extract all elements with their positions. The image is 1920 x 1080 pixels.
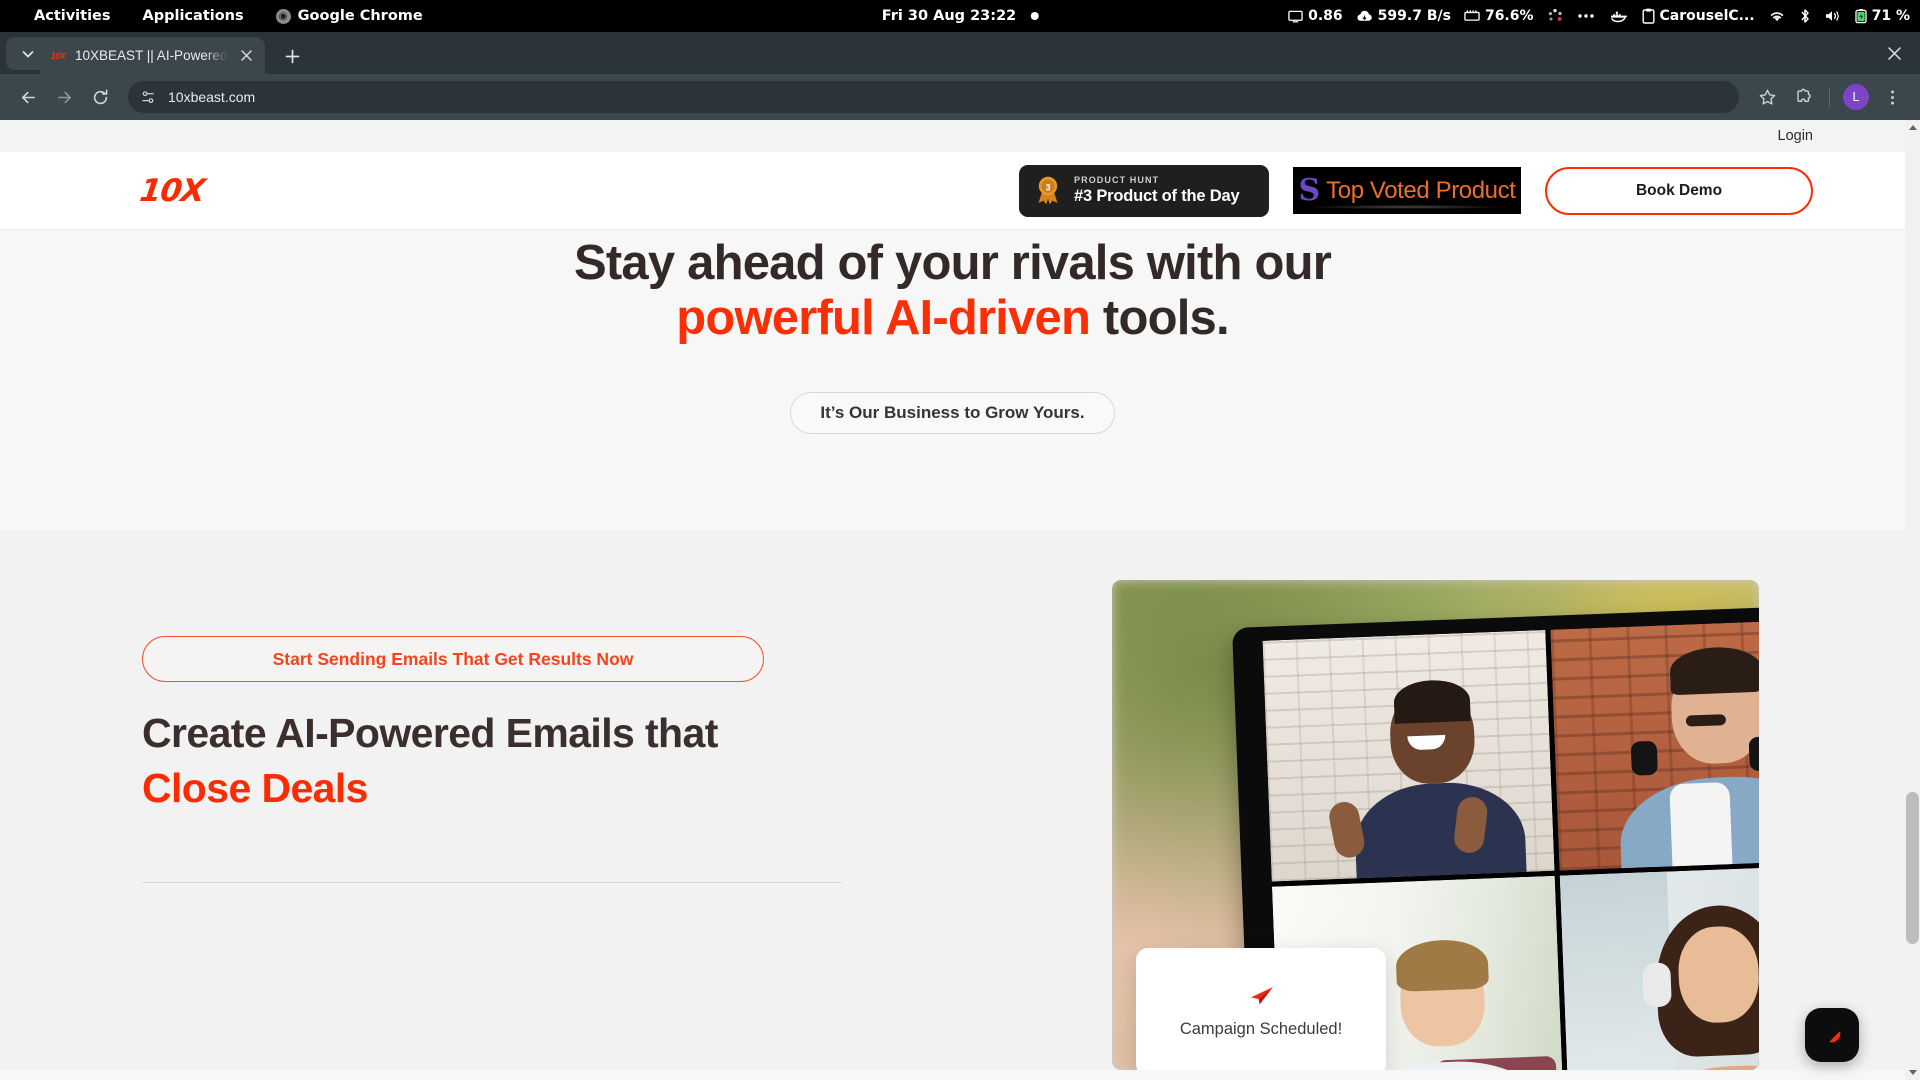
battery-value: 71 % (1871, 8, 1910, 24)
toolbar-divider (1829, 87, 1830, 107)
volume-icon[interactable] (1824, 9, 1842, 23)
site-settings-icon[interactable] (140, 89, 157, 106)
bluetooth-icon[interactable] (1799, 8, 1811, 24)
participant-tile (1262, 629, 1555, 882)
top-voted-label: Top Voted Product (1326, 176, 1516, 204)
display-icon (1288, 9, 1303, 24)
reload-button[interactable] (84, 81, 116, 113)
email-section-text-column: Start Sending Emails That Get Results No… (142, 636, 842, 813)
memory-icon (1464, 9, 1480, 23)
book-demo-button[interactable]: Book Demo (1545, 166, 1813, 215)
campaign-scheduled-text: Campaign Scheduled! (1179, 1020, 1343, 1038)
chat-widget-button[interactable] (1805, 1008, 1859, 1062)
network-speed-indicator[interactable]: 599.7 B/s (1356, 8, 1451, 24)
window-close-button[interactable] (1878, 39, 1910, 67)
battery-indicator[interactable]: 71 % (1854, 8, 1910, 24)
browser-tab-strip: 10X 10XBEAST || AI-Powered (0, 32, 1920, 74)
scroll-up-button[interactable] (1905, 120, 1920, 135)
os-clock[interactable]: Fri 30 Aug 23:22 (882, 8, 1039, 24)
email-section: Start Sending Emails That Get Results No… (0, 530, 1905, 1070)
wifi-icon[interactable] (1768, 9, 1786, 23)
hero-heading-tail: tools. (1090, 290, 1230, 345)
hero-heading: Stay ahead of your rivals with our power… (574, 236, 1332, 346)
applications-button[interactable]: Applications (127, 8, 260, 24)
chrome-menu-button[interactable] (1876, 81, 1908, 113)
top-voted-product-badge[interactable]: S Top Voted Product (1293, 167, 1521, 214)
email-section-heading: Create AI-Powered Emails that Close Deal… (142, 709, 842, 813)
cpu-load-value: 0.86 (1308, 8, 1343, 24)
chat-bubble-icon (1829, 1031, 1841, 1043)
window-title-indicator[interactable]: CarouselC... (1642, 8, 1755, 24)
page-viewport: Login 10X 3 PRODUCT HUNT #3 Product of t… (0, 120, 1920, 1080)
product-hunt-title: #3 Product of the Day (1074, 187, 1240, 205)
memory-indicator[interactable]: 76.6% (1464, 8, 1534, 24)
badge-shadow (1311, 205, 1503, 209)
hero-heading-accent: powerful AI-driven (676, 290, 1091, 345)
start-sending-badge[interactable]: Start Sending Emails That Get Results No… (142, 636, 764, 682)
tab-title: 10XBEAST || AI-Powered (75, 48, 228, 63)
window-title-label: CarouselC... (1659, 8, 1755, 24)
scroll-down-button[interactable] (1905, 1065, 1920, 1080)
page-scrollbar[interactable] (1905, 120, 1920, 1080)
recording-indicator-icon (1030, 12, 1039, 20)
browser-toolbar: 10xbeast.com L (0, 74, 1920, 120)
favicon-10x-icon: 10X (50, 50, 66, 61)
memory-value: 76.6% (1484, 8, 1534, 24)
video-call-illustration: Campaign Scheduled! (1112, 580, 1759, 1070)
hero-section: Stay ahead of your rivals with our power… (0, 230, 1905, 530)
current-app-indicator[interactable]: ◉ Google Chrome (260, 8, 439, 24)
network-speed-value: 599.7 B/s (1377, 8, 1451, 24)
activities-button[interactable]: Activities (18, 8, 127, 24)
hero-tagline-pill[interactable]: It’s Our Business to Grow Yours. (790, 391, 1115, 434)
participant-tile (1549, 618, 1759, 871)
saas-mark-icon: S (1298, 172, 1321, 208)
docker-whale-icon[interactable] (1609, 9, 1629, 23)
header-right-group: 3 PRODUCT HUNT #3 Product of the Day S T… (1019, 164, 1859, 217)
os-top-bar: Activities Applications ◉ Google Chrome … (0, 0, 1920, 32)
browser-tab[interactable]: 10X 10XBEAST || AI-Powered (40, 37, 265, 74)
campaign-scheduled-card: Campaign Scheduled! (1136, 948, 1386, 1070)
participant-tile (1559, 864, 1759, 1070)
os-status-indicators: 0.86 599.7 B/s 76.6% CarouselC... 71 % (1288, 0, 1910, 32)
cloud-download-icon (1356, 9, 1373, 24)
utility-bar: Login (0, 120, 1905, 152)
site-header: 10X 3 PRODUCT HUNT #3 Product of the Day… (0, 152, 1905, 230)
hero-heading-line1: Stay ahead of your rivals with our (574, 236, 1332, 290)
svg-text:3: 3 (1045, 182, 1050, 192)
address-bar[interactable]: 10xbeast.com (128, 81, 1739, 113)
web-page: Login 10X 3 PRODUCT HUNT #3 Product of t… (0, 120, 1905, 1080)
clipboard-icon (1642, 8, 1655, 24)
clock-label: Fri 30 Aug 23:22 (881, 8, 1017, 24)
close-tab-icon[interactable] (237, 47, 255, 65)
scrollbar-thumb[interactable] (1906, 792, 1919, 944)
cpu-load-indicator[interactable]: 0.86 (1288, 8, 1343, 24)
current-app-label: Google Chrome (297, 8, 423, 24)
site-logo[interactable]: 10X (137, 173, 206, 209)
new-tab-button[interactable] (278, 42, 306, 70)
profile-avatar[interactable]: L (1843, 84, 1869, 110)
bookmark-star-button[interactable] (1751, 81, 1783, 113)
back-button[interactable] (12, 81, 44, 113)
paper-plane-icon (1247, 985, 1275, 1007)
extensions-button[interactable] (1787, 81, 1819, 113)
login-link[interactable]: Login (1778, 128, 1813, 144)
email-heading-line1: Create AI-Powered Emails that (142, 710, 718, 756)
url-text: 10xbeast.com (168, 89, 256, 105)
medal-icon: 3 (1033, 174, 1063, 208)
battery-icon (1854, 8, 1867, 24)
email-heading-accent: Close Deals (142, 765, 368, 812)
product-hunt-badge[interactable]: 3 PRODUCT HUNT #3 Product of the Day (1019, 164, 1269, 217)
product-hunt-eyebrow: PRODUCT HUNT (1074, 175, 1160, 185)
loading-spinner-icon[interactable] (1547, 8, 1563, 24)
forward-button[interactable] (48, 81, 80, 113)
chrome-icon: ◉ (275, 8, 291, 24)
section-divider (142, 882, 842, 883)
ellipsis-icon[interactable] (1576, 9, 1596, 23)
